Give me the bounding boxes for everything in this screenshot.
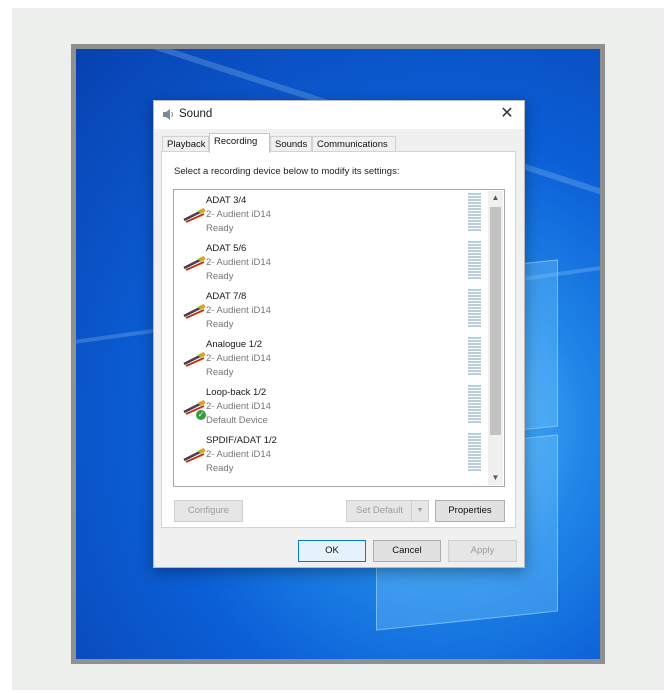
close-button[interactable]: ✕ (492, 101, 522, 129)
device-name: ADAT 7/8 (206, 291, 247, 302)
cable-icon (183, 208, 206, 223)
device-item[interactable]: ADAT 7/8 2- Audient iD14 Ready (174, 286, 486, 334)
device-list-scrollbar[interactable]: ▲ ▼ (488, 191, 503, 485)
instruction-text: Select a recording device below to modif… (174, 166, 400, 177)
device-driver: 2- Audient iD14 (206, 257, 271, 268)
device-driver: 2- Audient iD14 (206, 353, 271, 364)
cancel-button[interactable]: Cancel (373, 540, 441, 562)
cable-icon (183, 304, 206, 319)
configure-button[interactable]: Configure (174, 500, 243, 522)
level-meter (468, 433, 481, 471)
tab-playback[interactable]: Playback (162, 136, 209, 152)
recording-tab-panel: Select a recording device below to modif… (161, 151, 516, 528)
device-item[interactable]: ADAT 5/6 2- Audient iD14 Ready (174, 238, 486, 286)
device-name: SPDIF/ADAT 1/2 (206, 435, 277, 446)
device-item[interactable]: ✓ Loop-back 1/2 2- Audient iD14 Default … (174, 382, 486, 430)
device-driver: 2- Audient iD14 (206, 449, 271, 460)
device-item[interactable]: SPDIF/ADAT 1/2 2- Audient iD14 Ready (174, 430, 486, 478)
device-name: ADAT 3/4 (206, 195, 247, 206)
device-driver: 2- Audient iD14 (206, 305, 271, 316)
device-item[interactable]: Analogue 1/2 2- Audient iD14 Ready (174, 334, 486, 382)
device-status: Ready (206, 223, 234, 234)
window-title: Sound (179, 108, 213, 120)
ok-button[interactable]: OK (298, 540, 366, 562)
device-list[interactable]: ADAT 3/4 2- Audient iD14 Ready ADAT 5/6 … (173, 189, 505, 487)
apply-button[interactable]: Apply (448, 540, 517, 562)
tab-communications[interactable]: Communications (312, 136, 396, 152)
device-name: ADAT 5/6 (206, 243, 247, 254)
level-meter (468, 337, 481, 375)
level-meter (468, 241, 481, 279)
device-status: Default Device (206, 415, 268, 426)
title-bar: Sound ✕ (154, 101, 524, 129)
properties-button[interactable]: Properties (435, 500, 505, 522)
device-status: Ready (206, 367, 234, 378)
cable-icon (183, 256, 206, 271)
speaker-icon (163, 109, 173, 120)
scroll-up-arrow-icon[interactable]: ▲ (488, 191, 503, 205)
tab-sounds[interactable]: Sounds (270, 136, 312, 152)
level-meter (468, 193, 481, 231)
device-status: Ready (206, 319, 234, 330)
tab-recording[interactable]: Recording (209, 133, 270, 153)
device-driver: 2- Audient iD14 (206, 209, 271, 220)
set-default-label: Set Default (356, 505, 403, 516)
scroll-thumb[interactable] (490, 207, 501, 435)
device-item[interactable]: ADAT 3/4 2- Audient iD14 Ready (174, 190, 486, 238)
device-driver: 2- Audient iD14 (206, 401, 271, 412)
sound-dialog: Sound ✕ Playback Recording Sounds Commun… (153, 100, 525, 568)
default-checkmark-icon: ✓ (196, 410, 206, 420)
chevron-down-icon[interactable]: ▼ (411, 501, 428, 521)
device-status: Ready (206, 271, 234, 282)
level-meter (468, 289, 481, 327)
set-default-button[interactable]: Set Default ▼ (346, 500, 429, 522)
level-meter (468, 385, 481, 423)
scroll-down-arrow-icon[interactable]: ▼ (488, 471, 503, 485)
cable-icon (183, 352, 206, 367)
device-name: Loop-back 1/2 (206, 387, 267, 398)
cable-icon (183, 448, 206, 463)
device-name: Analogue 1/2 (206, 339, 262, 350)
device-status: Ready (206, 463, 234, 474)
